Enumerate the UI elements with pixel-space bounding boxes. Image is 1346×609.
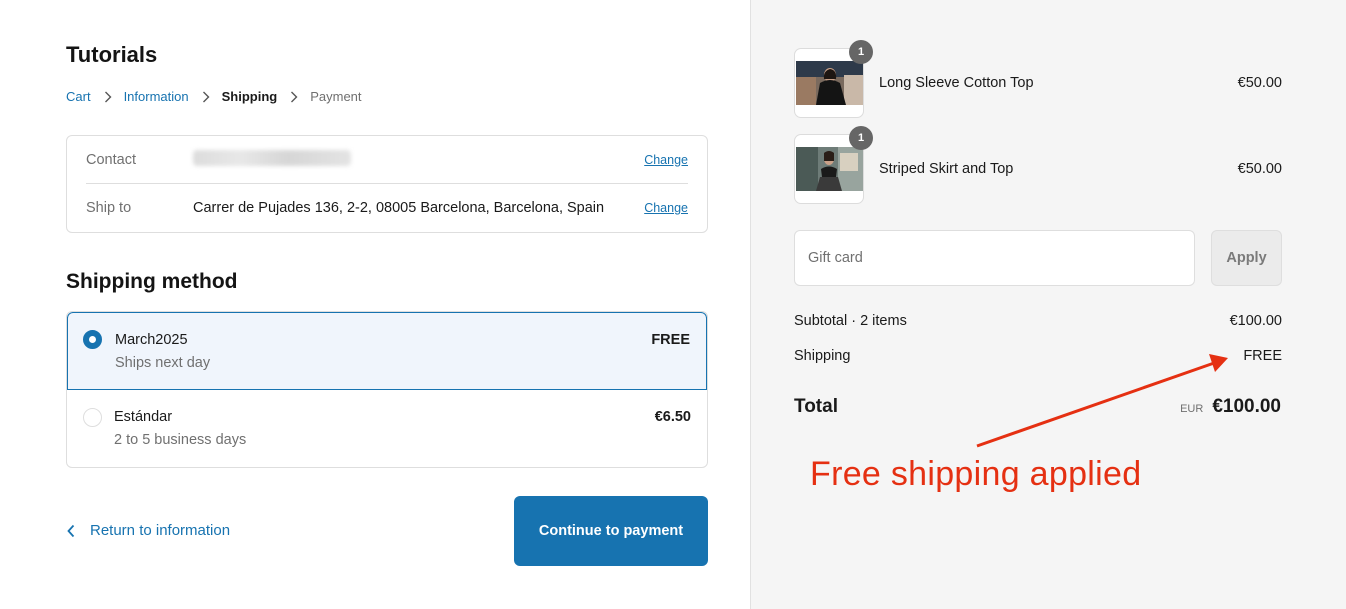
breadcrumb-shipping: Shipping [221,89,278,104]
radio-selected[interactable] [83,330,102,349]
checkout-main: Tutorials Cart Information Shipping Paym… [0,0,750,609]
shipping-option-price: €6.50 [654,409,691,425]
continue-to-payment-button[interactable]: Continue to payment [514,496,708,566]
change-address-link[interactable]: Change [644,201,688,215]
ship-to-row: Ship to Carrer de Pujades 136, 2-2, 0800… [86,184,688,232]
chevron-right-icon [104,91,112,103]
shipping-option-price: FREE [651,332,690,348]
breadcrumb-information[interactable]: Information [124,89,189,104]
shipping-option-detail: 2 to 5 business days [114,432,247,448]
order-summary: 1 Long Sleeve Cotton Top €50.00 1 Stripe… [750,0,1346,609]
annotation-arrow [976,354,1228,448]
contact-label: Contact [86,151,136,168]
shipping-option-estandar[interactable]: Estándar 2 to 5 business days €6.50 [67,390,707,467]
shipping-option-name: March2025 [115,332,188,348]
ship-to-address: Carrer de Pujades 136, 2-2, 08005 Barcel… [193,200,605,216]
contact-row: Contact Change [86,136,688,184]
shipping-option-march2025[interactable]: March2025 Ships next day FREE [67,312,707,390]
contact-value-redacted [193,149,644,170]
shipping-method-list: March2025 Ships next day FREE Estándar 2… [66,311,708,468]
shipping-option-name: Estándar [114,409,173,425]
chevron-left-icon [67,524,75,537]
radio-unselected[interactable] [83,408,102,427]
breadcrumb-payment: Payment [310,89,362,104]
chevron-right-icon [202,91,210,103]
return-label: Return to information [90,522,231,539]
store-title[interactable]: Tutorials [66,42,157,68]
chevron-right-icon [290,91,298,103]
shipping-method-title: Shipping method [66,270,238,293]
shipping-option-detail: Ships next day [115,355,211,371]
review-block: Contact Change Ship to Carrer de Pujades… [66,135,708,233]
breadcrumb: Cart Information Shipping Payment [66,89,362,104]
change-contact-link[interactable]: Change [644,153,688,167]
return-to-information-link[interactable]: Return to information [66,522,230,539]
breadcrumb-cart[interactable]: Cart [66,89,91,104]
annotation-text: Free shipping applied [810,455,1142,493]
ship-to-label: Ship to [86,200,132,216]
